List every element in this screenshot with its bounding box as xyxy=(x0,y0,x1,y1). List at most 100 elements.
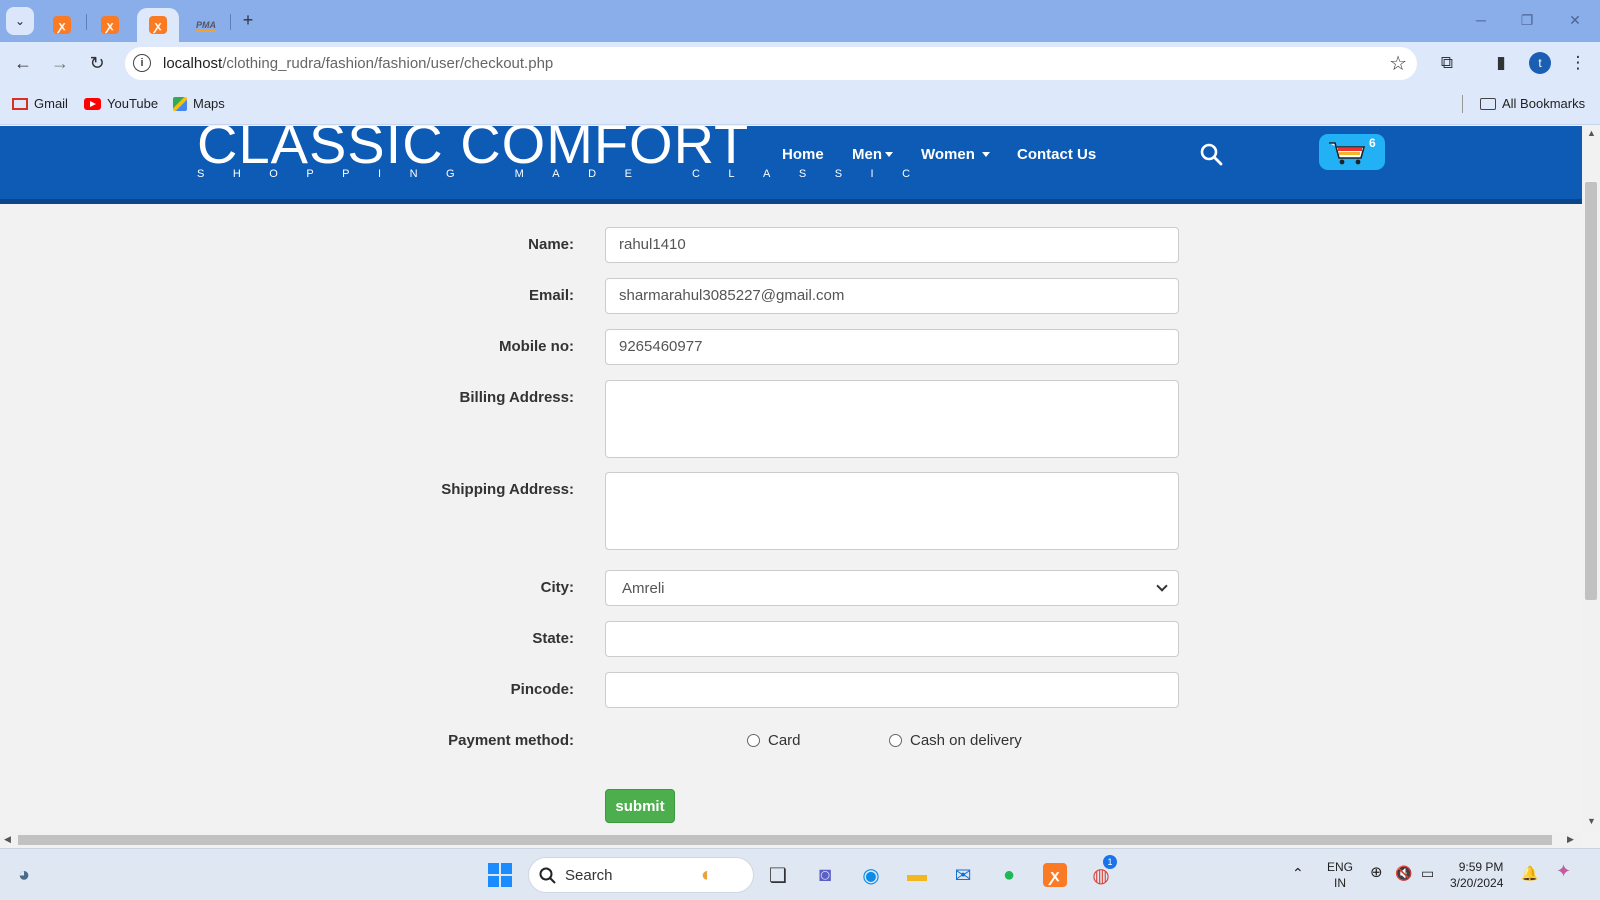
restore-icon[interactable]: ❐ xyxy=(1515,8,1539,32)
email-input[interactable]: sharmarahul3085227@gmail.com xyxy=(605,278,1179,314)
vertical-scroll-thumb[interactable] xyxy=(1585,182,1597,600)
notification-bell-icon[interactable]: 🔔 xyxy=(1521,865,1538,881)
back-arrow-icon[interactable]: ← xyxy=(9,50,37,76)
search-icon xyxy=(539,867,556,884)
minimize-icon[interactable]: ─ xyxy=(1469,8,1493,32)
edge-browser-icon[interactable]: ◉ xyxy=(857,861,885,889)
bookmark-star-icon[interactable]: ☆ xyxy=(1389,51,1407,76)
xampp-icon: ꭗ xyxy=(149,16,167,34)
region-code: IN xyxy=(1334,876,1346,890)
address-bar[interactable]: i localhost/clothing_rudra/fashion/fashi… xyxy=(125,47,1417,80)
browser-tab-checkout-active[interactable]: ꭗ xyxy=(137,8,179,42)
mail-icon[interactable]: ✉ xyxy=(949,861,977,889)
site-header: CLASSIC COMFORT SHOPPING MADE CLASSIC Ho… xyxy=(0,126,1582,204)
weather-widget-icon[interactable]: ◕ xyxy=(10,861,38,889)
browser-tab-phpmyadmin[interactable]: PMA xyxy=(186,8,226,42)
bookmark-label: Gmail xyxy=(34,96,68,111)
scroll-right-icon[interactable]: ▶ xyxy=(1567,834,1574,845)
search-icon[interactable] xyxy=(1199,142,1223,166)
copilot-icon[interactable]: ✦ xyxy=(1556,862,1571,880)
gmail-icon xyxy=(12,97,28,110)
caret-down-icon xyxy=(885,152,893,157)
search-highlight-icon: ◐ xyxy=(701,864,714,886)
pincode-input[interactable] xyxy=(605,672,1179,708)
side-panel-icon[interactable]: ▮ xyxy=(1490,52,1512,74)
payment-cod-option[interactable]: Cash on delivery xyxy=(889,732,1022,749)
language-indicator[interactable]: ENG IN xyxy=(1327,859,1353,891)
bookmarks-bar: Gmail YouTube Maps All Bookmarks xyxy=(0,83,1600,125)
chrome-notification-badge: 1 xyxy=(1103,855,1117,869)
horizontal-scrollbar[interactable]: ◀ ▶ xyxy=(0,832,1582,848)
vertical-scrollbar[interactable]: ▲ ▼ xyxy=(1582,126,1600,832)
taskbar-search-box[interactable]: Search ◐ xyxy=(528,857,754,893)
tab-search-chevron-icon[interactable]: ⌄ xyxy=(6,7,34,35)
billing-address-textarea[interactable] xyxy=(605,380,1179,458)
nav-home[interactable]: Home xyxy=(782,146,824,163)
youtube-icon xyxy=(84,97,101,110)
browser-tab-xampp-1[interactable]: ꭗ xyxy=(42,8,82,42)
nav-men[interactable]: Men xyxy=(852,146,893,163)
shipping-address-textarea[interactable] xyxy=(605,472,1179,550)
bookmark-youtube[interactable]: YouTube xyxy=(84,96,158,111)
browser-tab-strip: ⌄ ꭗ ꭗ ꭗ PMA + ─ ❐ ✕ xyxy=(0,0,1600,42)
tab-separator xyxy=(86,14,87,30)
cart-button[interactable]: 6 xyxy=(1319,134,1385,170)
kebab-menu-icon[interactable]: ⋮ xyxy=(1567,52,1589,74)
radio-card[interactable] xyxy=(747,734,760,747)
mobile-input[interactable]: 9265460977 xyxy=(605,329,1179,365)
tab-separator xyxy=(230,14,231,30)
file-explorer-icon[interactable]: ▬ xyxy=(903,861,931,889)
bookmark-gmail[interactable]: Gmail xyxy=(12,96,68,111)
name-input[interactable]: rahul1410 xyxy=(605,227,1179,263)
payment-card-option[interactable]: Card xyxy=(747,732,801,749)
email-label: Email: xyxy=(528,287,574,304)
mobile-label: Mobile no: xyxy=(499,338,574,355)
nav-women[interactable]: Women xyxy=(921,146,991,163)
state-input[interactable] xyxy=(605,621,1179,657)
reload-icon[interactable]: ↻ xyxy=(83,50,111,76)
nav-men-label: Men xyxy=(852,146,882,163)
billing-address-label: Billing Address: xyxy=(459,389,574,406)
task-view-icon[interactable]: ❏ xyxy=(764,861,792,889)
xampp-taskbar-icon[interactable]: ꭗ xyxy=(1041,861,1069,889)
city-label: City: xyxy=(540,579,574,596)
all-bookmarks-button[interactable]: All Bookmarks xyxy=(1480,96,1585,111)
shipping-address-label: Shipping Address: xyxy=(441,481,574,498)
show-hidden-icons-chevron[interactable]: ⌃ xyxy=(1292,865,1304,881)
shopping-cart-icon xyxy=(1329,142,1366,165)
teams-chat-icon[interactable]: ◙ xyxy=(811,861,839,889)
payment-method-label: Payment method: xyxy=(448,732,574,749)
caret-down-icon xyxy=(982,152,991,157)
xampp-icon: ꭗ xyxy=(1043,863,1067,887)
site-info-icon[interactable]: i xyxy=(133,54,151,72)
city-select[interactable]: Amreli xyxy=(605,570,1179,606)
horizontal-scroll-thumb[interactable] xyxy=(18,835,1552,845)
windows-start-icon[interactable] xyxy=(487,862,513,888)
scroll-left-icon[interactable]: ◀ xyxy=(4,834,11,845)
state-label: State: xyxy=(532,630,574,647)
volume-muted-icon[interactable]: 🔇 xyxy=(1395,865,1412,881)
network-globe-icon[interactable]: ⊕ xyxy=(1370,865,1383,881)
payment-cod-label: Cash on delivery xyxy=(910,732,1022,749)
new-tab-plus-icon[interactable]: + xyxy=(236,8,260,32)
bookmark-maps[interactable]: Maps xyxy=(173,96,225,111)
extensions-puzzle-icon[interactable]: ⧉ xyxy=(1436,52,1458,74)
scroll-up-icon[interactable]: ▲ xyxy=(1587,128,1596,138)
all-bookmarks-label: All Bookmarks xyxy=(1502,96,1586,111)
windows-taskbar: ◕ Search ◐ ❏ ◙ ◉ ▬ ✉ ● ꭗ ◍ 1 ⌃ ENG IN ⊕ … xyxy=(0,848,1600,900)
nav-contact[interactable]: Contact Us xyxy=(1017,146,1096,163)
profile-avatar[interactable]: t xyxy=(1529,52,1551,74)
site-logo[interactable]: CLASSIC COMFORT xyxy=(197,126,749,174)
battery-icon[interactable]: ▭ xyxy=(1421,865,1434,881)
phpmyadmin-icon: PMA xyxy=(196,20,216,32)
pincode-label: Pincode: xyxy=(510,681,574,698)
clock[interactable]: 9:59 PM 3/20/2024 xyxy=(1450,859,1503,891)
site-tagline: SHOPPING MADE CLASSIC xyxy=(197,168,939,180)
close-window-icon[interactable]: ✕ xyxy=(1563,8,1587,32)
submit-button[interactable]: submit xyxy=(605,789,675,823)
scroll-down-icon[interactable]: ▼ xyxy=(1587,816,1596,826)
spotify-icon[interactable]: ● xyxy=(995,861,1023,889)
browser-tab-xampp-2[interactable]: ꭗ xyxy=(90,8,130,42)
forward-arrow-icon[interactable]: → xyxy=(46,50,74,76)
radio-cod[interactable] xyxy=(889,734,902,747)
